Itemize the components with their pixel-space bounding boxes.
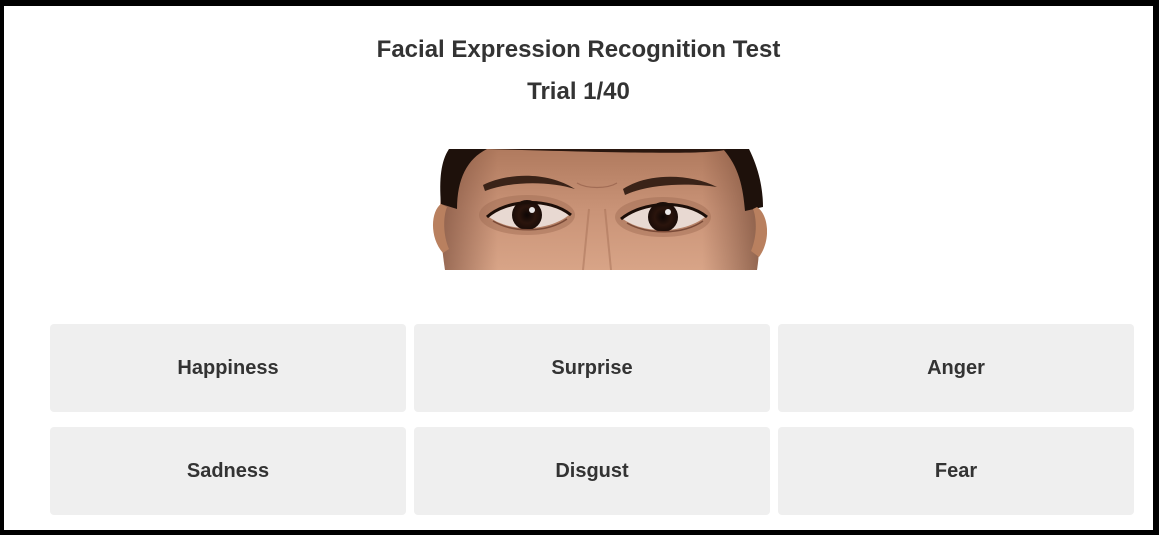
- choice-disgust-button[interactable]: Disgust: [414, 427, 770, 515]
- choice-happiness-button[interactable]: Happiness: [50, 324, 406, 412]
- face-stimulus-image: [427, 149, 768, 271]
- page-title: Facial Expression Recognition Test: [376, 36, 781, 63]
- choice-sadness-button[interactable]: Sadness: [50, 427, 406, 515]
- trial-counter: Trial 1/40: [527, 78, 630, 105]
- face-stimulus-graphic: [427, 149, 768, 271]
- test-panel: Facial Expression Recognition Test Trial…: [0, 0, 1159, 535]
- choice-anger-button[interactable]: Anger: [778, 324, 1134, 412]
- choice-fear-button[interactable]: Fear: [778, 427, 1134, 515]
- choice-surprise-button[interactable]: Surprise: [414, 324, 770, 412]
